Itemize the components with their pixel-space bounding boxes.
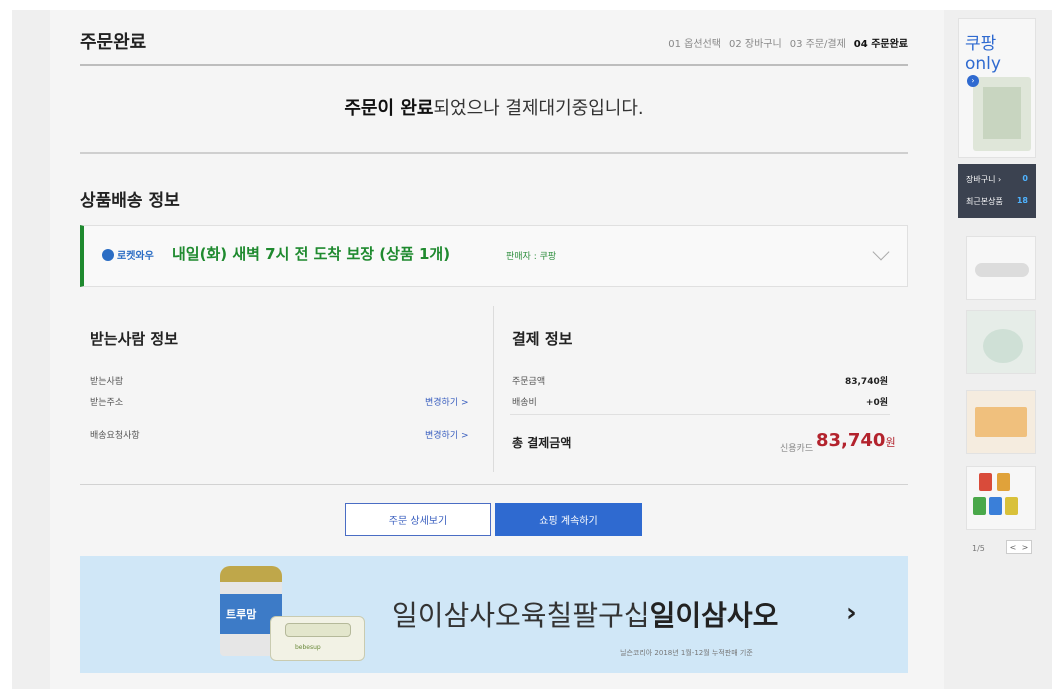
payment-divider bbox=[510, 414, 890, 415]
cup-image bbox=[989, 497, 1002, 515]
promo-banner[interactable]: 트루맘 bebesup 일이삼사오육칠팔구십일이삼사오 › 닐슨코리아 2018… bbox=[80, 556, 908, 673]
total-payment-value: 83,740원 bbox=[816, 430, 896, 451]
pager-prev-button[interactable]: < bbox=[1010, 543, 1017, 552]
order-amount-label: 주문금액 bbox=[512, 377, 546, 387]
step-complete: 04 주문완료 bbox=[853, 39, 908, 50]
shipping-fee-label: 배송비 bbox=[512, 398, 537, 408]
logo-suffix: only bbox=[965, 54, 1001, 74]
order-detail-button[interactable]: 주문 상세보기 bbox=[345, 503, 491, 536]
sidebar-recent-link[interactable]: 최근본상품 bbox=[966, 196, 1003, 207]
step-cart: 02 장바구니 bbox=[729, 39, 782, 50]
recent-item-tub[interactable] bbox=[966, 310, 1036, 374]
cart-count-badge: 0 bbox=[1022, 174, 1028, 183]
seller-label: 판매자 : 쿠팡 bbox=[506, 252, 557, 262]
rocket-icon bbox=[102, 248, 114, 261]
banner-text-bold: 일이삼사오 bbox=[649, 599, 779, 632]
tub-image bbox=[983, 329, 1023, 363]
sidebar-cart-link[interactable]: 장바구니 › bbox=[966, 174, 1001, 185]
receiver-title: 받는사람 정보 bbox=[90, 330, 179, 348]
can-label: 트루맘 bbox=[226, 608, 257, 621]
shipping-fee-value: +0원 bbox=[865, 398, 888, 408]
receiver-name-label: 받는사람 bbox=[90, 377, 124, 387]
continue-shopping-button[interactable]: 쇼핑 계속하기 bbox=[495, 503, 642, 536]
can-lid bbox=[220, 566, 282, 582]
coupang-only-logo: 쿠팡 only bbox=[965, 29, 1035, 74]
coupang-only-panel[interactable]: 쿠팡 only › bbox=[958, 18, 1036, 158]
recent-pager-buttons: < > bbox=[1006, 540, 1032, 554]
header-divider bbox=[80, 64, 908, 66]
cup-image bbox=[997, 473, 1010, 491]
step-option: 01 옵션선택 bbox=[668, 39, 721, 50]
order-steps: 01 옵션선택 02 장바구니 03 주문/결제 04 주문완료 bbox=[668, 35, 908, 50]
recent-item-mouse[interactable] bbox=[966, 236, 1036, 300]
step-checkout: 03 주문/결제 bbox=[789, 39, 846, 50]
banner-headline: 일이삼사오육칠팔구십일이삼사오 bbox=[392, 594, 778, 634]
change-address-link[interactable]: 변경하기 > bbox=[425, 395, 469, 408]
cup-image bbox=[1005, 497, 1018, 515]
wipes-label: bebesup bbox=[295, 644, 321, 651]
completion-rest: 되었으나 결제대기중입니다. bbox=[433, 98, 644, 119]
banner-text-normal: 일이삼사오육칠팔구십 bbox=[392, 599, 650, 632]
mouse-image bbox=[975, 263, 1029, 277]
order-info-area: 받는사람 정보 받는사람 받는주소 변경하기 > 배송요청사항 변경하기 > 결… bbox=[80, 300, 908, 485]
divider bbox=[80, 152, 908, 154]
payment-title: 결제 정보 bbox=[512, 330, 573, 348]
recent-item-cups[interactable] bbox=[966, 466, 1036, 530]
recent-count-badge: 18 bbox=[1016, 196, 1028, 205]
payment-method: 신용카드 bbox=[780, 444, 814, 454]
recent-pager-count: 1/5 bbox=[972, 544, 985, 553]
receiver-address-label: 받는주소 bbox=[90, 398, 124, 408]
change-request-link[interactable]: 변경하기 > bbox=[425, 428, 469, 441]
shipping-section-title: 상품배송 정보 bbox=[80, 191, 180, 211]
chevron-down-icon[interactable] bbox=[872, 243, 890, 261]
completion-emphasis: 주문이 완료 bbox=[344, 98, 434, 119]
total-unit: 원 bbox=[885, 436, 896, 449]
order-amount-value: 83,740원 bbox=[844, 377, 888, 387]
cup-image bbox=[973, 497, 986, 515]
logo-brand: 쿠팡 bbox=[965, 34, 997, 54]
rocket-wow-badge: 로켓와우 bbox=[102, 247, 154, 262]
wipes-pack-image: bebesup bbox=[270, 616, 365, 661]
total-payment-label: 총 결제금액 bbox=[512, 436, 572, 450]
delivery-info-box[interactable]: 로켓와우 내일(화) 새벽 7시 전 도착 보장 (상품 1개) 판매자 : 쿠… bbox=[80, 225, 908, 287]
recent-item-box[interactable] bbox=[966, 390, 1036, 454]
completion-message: 주문이 완료되었으나 결제대기중입니다. bbox=[80, 94, 908, 120]
delivery-guarantee-text: 내일(화) 새벽 7시 전 도착 보장 (상품 1개) bbox=[172, 245, 451, 263]
total-amount: 83,740 bbox=[816, 430, 886, 451]
play-circle-icon[interactable]: › bbox=[967, 75, 979, 87]
product-box bbox=[983, 87, 1021, 139]
delivery-request-label: 배송요청사항 bbox=[90, 431, 140, 441]
banner-footnote: 닐슨코리아 2018년 1월-12월 누적판매 기준 bbox=[620, 649, 753, 657]
chevron-right-icon[interactable]: › bbox=[846, 598, 857, 628]
pager-next-button[interactable]: > bbox=[1022, 543, 1029, 552]
wipes-lid bbox=[285, 623, 351, 637]
rocket-badge-label: 로켓와우 bbox=[117, 251, 154, 262]
page-title: 주문완료 bbox=[80, 32, 147, 53]
order-header: 주문완료 01 옵션선택 02 장바구니 03 주문/결제 04 주문완료 bbox=[80, 28, 908, 58]
right-sidebar: 쿠팡 only › 장바구니 › 0 최근본상품 18 1/5 < > bbox=[958, 18, 1036, 578]
cup-image bbox=[979, 473, 992, 491]
cart-recent-panel: 장바구니 › 0 최근본상품 18 bbox=[958, 164, 1036, 218]
box-image bbox=[975, 407, 1027, 437]
divider-bottom bbox=[80, 484, 908, 485]
featured-product-thumb[interactable] bbox=[973, 77, 1031, 151]
column-divider bbox=[493, 306, 494, 472]
